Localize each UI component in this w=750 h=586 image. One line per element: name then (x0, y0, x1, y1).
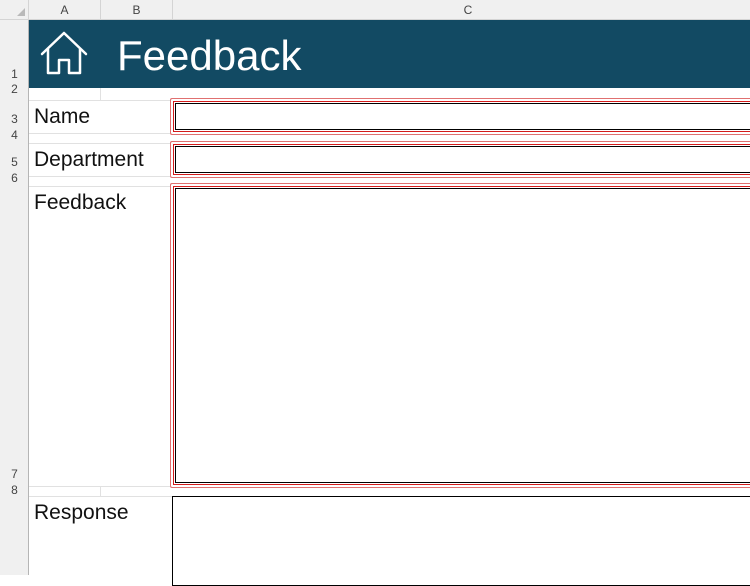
column-header-b[interactable]: B (101, 0, 173, 20)
page-title: Feedback (117, 32, 302, 79)
feedback-input[interactable] (170, 183, 750, 488)
column-header-a[interactable]: A (29, 0, 101, 20)
department-label: Department (34, 148, 144, 171)
gridline (29, 486, 170, 487)
column-header-c[interactable]: C (173, 0, 750, 20)
row-header-3[interactable]: 3 (0, 113, 29, 125)
home-icon[interactable] (38, 27, 90, 79)
row-header-2[interactable]: 2 (0, 83, 29, 95)
gridline (29, 176, 170, 177)
gridline (100, 486, 101, 496)
select-all-corner[interactable] (0, 0, 29, 20)
select-all-icon (17, 8, 25, 16)
name-input[interactable] (170, 98, 750, 135)
response-label: Response (34, 501, 129, 524)
name-label: Name (34, 105, 91, 128)
gridline (29, 186, 170, 187)
row-header-6[interactable]: 6 (0, 172, 29, 184)
gridline (29, 143, 170, 144)
feedback-label: Feedback (34, 191, 127, 214)
row-header-7[interactable]: 7 (0, 468, 29, 480)
gridline (29, 100, 170, 101)
response-input[interactable] (172, 496, 750, 586)
gridline (29, 133, 170, 134)
row-header-4[interactable]: 4 (0, 129, 29, 141)
department-input[interactable] (170, 141, 750, 178)
row-header-5[interactable]: 5 (0, 156, 29, 168)
row-header-8[interactable]: 8 (0, 484, 29, 496)
row-header-1[interactable]: 1 (0, 68, 29, 80)
gridline (100, 88, 101, 100)
